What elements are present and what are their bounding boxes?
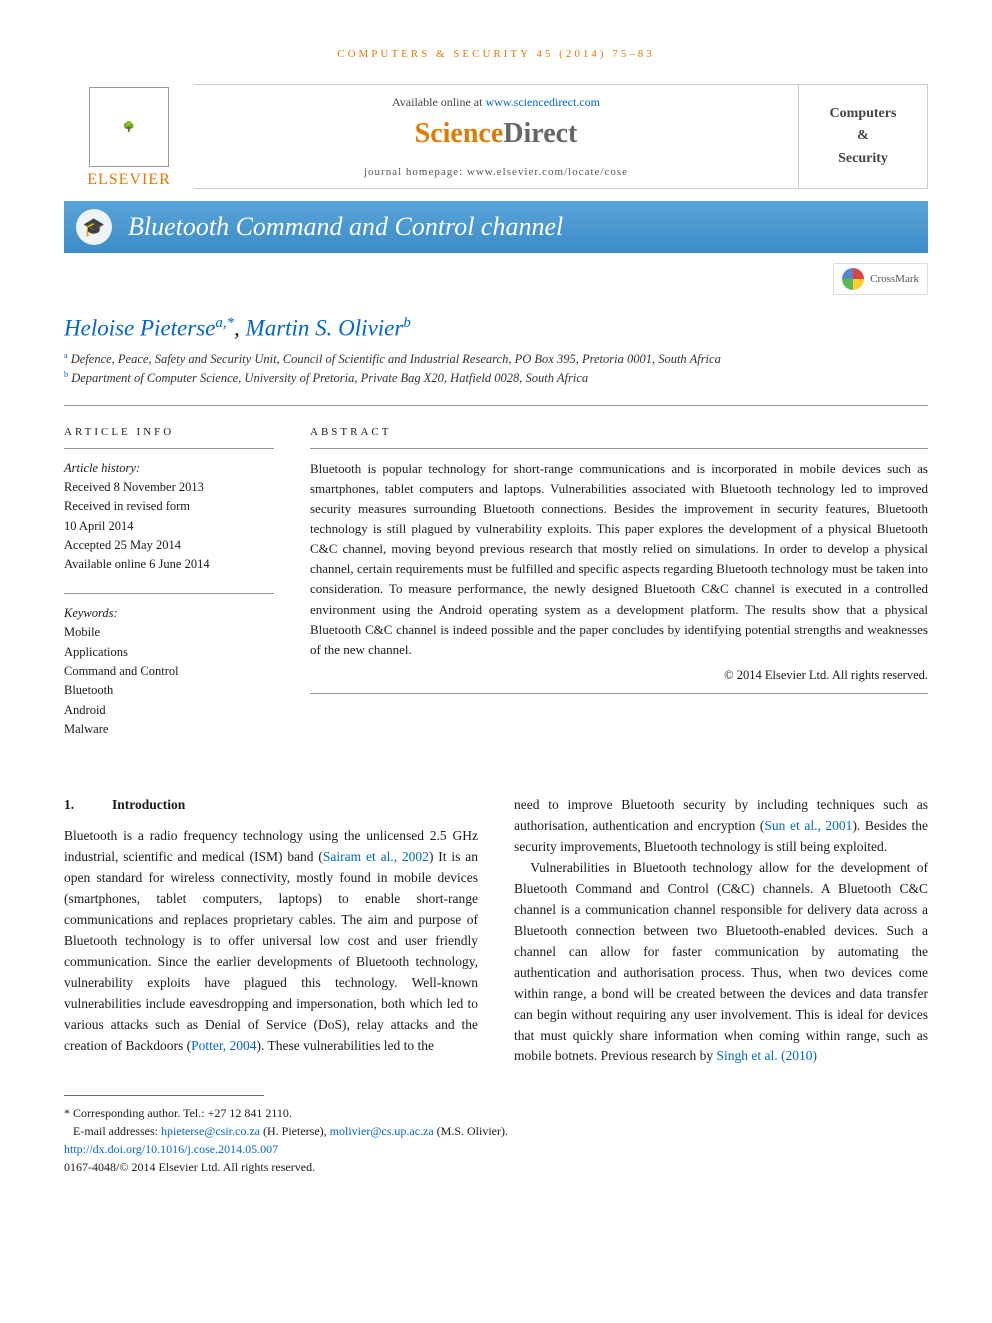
journal-reference: COMPUTERS & SECURITY 45 (2014) 75–83	[64, 48, 928, 60]
keyword-3: Bluetooth	[64, 681, 274, 700]
history-received: Received 8 November 2013	[64, 478, 274, 497]
article-info: ARTICLE INFO Article history: Received 8…	[64, 424, 274, 739]
citation-link[interactable]: Singh et al. (2010)	[716, 1048, 817, 1063]
history-accepted: Accepted 25 May 2014	[64, 536, 274, 555]
email-1[interactable]: hpieterse@csir.co.za	[161, 1124, 260, 1138]
crossmark-label: CrossMark	[870, 273, 919, 285]
paragraph: Bluetooth is a radio frequency technolog…	[64, 826, 478, 1056]
body-text: 1.Introduction Bluetooth is a radio freq…	[64, 795, 928, 1067]
abstract-text: Bluetooth is popular technology for shor…	[310, 459, 928, 660]
author-2[interactable]: Martin S. Olivier	[246, 316, 404, 341]
sciencedirect-link[interactable]: www.sciencedirect.com	[485, 95, 600, 109]
column-right: need to improve Bluetooth security by in…	[514, 795, 928, 1067]
text-span: ). These vulnerabilities led to the	[257, 1038, 434, 1053]
history-label: Article history:	[64, 459, 274, 478]
abstract-heading: ABSTRACT	[310, 424, 928, 448]
keywords-label: Keywords:	[64, 604, 274, 623]
homepage-label: journal homepage:	[364, 166, 467, 178]
author-1-name: Heloise Pieterse	[64, 316, 215, 341]
authors: Heloise Pietersea,*, Martin S. Olivierb	[64, 315, 928, 342]
author-1-corr[interactable]: *	[227, 315, 234, 331]
keyword-5: Malware	[64, 720, 274, 739]
author-1[interactable]: Heloise Pieterse	[64, 316, 215, 341]
sd-logo-a: Science	[415, 118, 504, 149]
aff-marker-b: b	[64, 370, 68, 379]
corresponding-author: * Corresponding author. Tel.: +27 12 841…	[64, 1104, 928, 1122]
paper-title: Bluetooth Command and Control channel	[128, 212, 563, 242]
email-2[interactable]: molivier@cs.up.ac.za	[330, 1124, 434, 1138]
paragraph: Vulnerabilities in Bluetooth technology …	[514, 858, 928, 1067]
cover-line-3: Security	[838, 148, 888, 170]
text-span: ) It is an open standard for wireless co…	[64, 849, 478, 1052]
citation-link[interactable]: Sun et al., 2001	[764, 818, 852, 833]
author-1-aff[interactable]: a,	[215, 315, 226, 331]
author-sep: ,	[234, 316, 246, 341]
graduation-cap-icon: 🎓	[76, 209, 112, 245]
section-number: 1.	[64, 795, 112, 816]
section-heading: 1.Introduction	[64, 795, 478, 816]
journal-cover: Computers & Security	[798, 84, 928, 189]
issn-line: 0167-4048/© 2014 Elsevier Ltd. All right…	[64, 1158, 928, 1176]
availability-line: Available online at www.sciencedirect.co…	[214, 95, 778, 110]
abstract-copyright: © 2014 Elsevier Ltd. All rights reserved…	[310, 666, 928, 685]
journal-homepage: journal homepage: www.elsevier.com/locat…	[214, 166, 778, 178]
author-2-name: Martin S. Olivier	[246, 316, 404, 341]
keyword-0: Mobile	[64, 623, 274, 642]
elsevier-tree-icon: 🌳	[89, 87, 169, 167]
email-1-tail: (H. Pieterse),	[260, 1124, 330, 1138]
footnotes: * Corresponding author. Tel.: +27 12 841…	[64, 1104, 928, 1176]
keyword-1: Applications	[64, 643, 274, 662]
homepage-url[interactable]: www.elsevier.com/locate/cose	[467, 166, 628, 178]
section-title: Introduction	[112, 797, 185, 812]
keyword-4: Android	[64, 701, 274, 720]
affiliation-b: Department of Computer Science, Universi…	[71, 371, 588, 385]
sd-logo-b: Direct	[503, 118, 577, 149]
publisher-logo: 🌳 ELSEVIER	[64, 84, 194, 189]
header: 🌳 ELSEVIER Available online at www.scien…	[64, 84, 928, 189]
divider	[64, 405, 928, 406]
cover-line-1: Computers	[830, 103, 897, 125]
history-online: Available online 6 June 2014	[64, 555, 274, 574]
column-left: 1.Introduction Bluetooth is a radio freq…	[64, 795, 478, 1067]
title-bar: 🎓 Bluetooth Command and Control channel	[64, 201, 928, 253]
footnote-rule	[64, 1095, 264, 1096]
availability-prefix: Available online at	[392, 95, 485, 109]
email-line: E-mail addresses: hpieterse@csir.co.za (…	[64, 1122, 928, 1140]
affiliation-a: Defence, Peace, Safety and Security Unit…	[71, 352, 721, 366]
article-info-heading: ARTICLE INFO	[64, 424, 274, 448]
sciencedirect-box: Available online at www.sciencedirect.co…	[194, 84, 798, 189]
cover-line-2: &	[857, 125, 869, 147]
citation-link[interactable]: Potter, 2004	[191, 1038, 256, 1053]
sciencedirect-logo: ScienceDirect	[214, 118, 778, 150]
aff-marker-a: a	[64, 351, 68, 360]
email-2-tail: (M.S. Olivier).	[434, 1124, 508, 1138]
paragraph: need to improve Bluetooth security by in…	[514, 795, 928, 858]
crossmark-icon	[842, 268, 864, 290]
history-revised-2: 10 April 2014	[64, 517, 274, 536]
history-revised-1: Received in revised form	[64, 497, 274, 516]
publisher-name: ELSEVIER	[87, 171, 171, 189]
doi-link[interactable]: http://dx.doi.org/10.1016/j.cose.2014.05…	[64, 1142, 278, 1156]
keyword-2: Command and Control	[64, 662, 274, 681]
author-2-aff[interactable]: b	[403, 315, 410, 331]
affiliations: a Defence, Peace, Safety and Security Un…	[64, 350, 928, 388]
email-label: E-mail addresses:	[73, 1124, 161, 1138]
crossmark-badge[interactable]: CrossMark	[833, 263, 928, 295]
abstract-block: ABSTRACT Bluetooth is popular technology…	[310, 424, 928, 739]
text-span: Vulnerabilities in Bluetooth technology …	[514, 860, 928, 1063]
citation-link[interactable]: Sairam et al., 2002	[323, 849, 429, 864]
